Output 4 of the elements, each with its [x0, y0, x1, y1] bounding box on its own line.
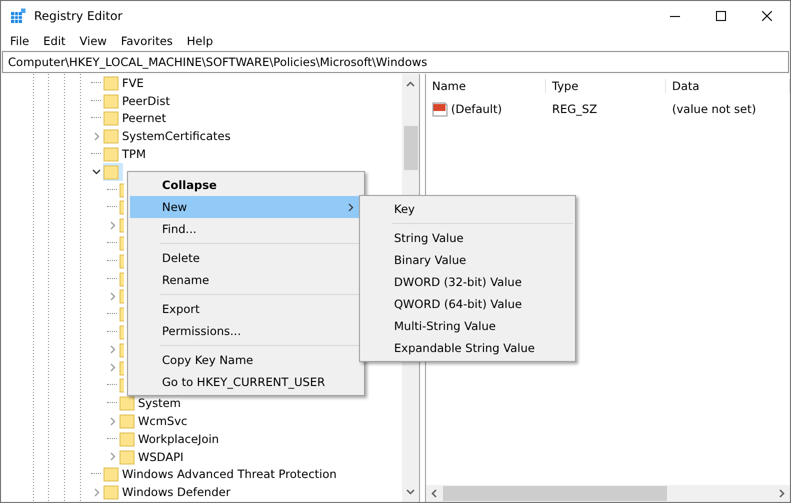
window-title: Registry Editor: [34, 9, 124, 23]
value-data-cell-text: (value not set): [671, 102, 758, 116]
value-type-cell-text: REG_SZ: [551, 102, 598, 116]
value-name-cell: (Default): [426, 101, 546, 117]
